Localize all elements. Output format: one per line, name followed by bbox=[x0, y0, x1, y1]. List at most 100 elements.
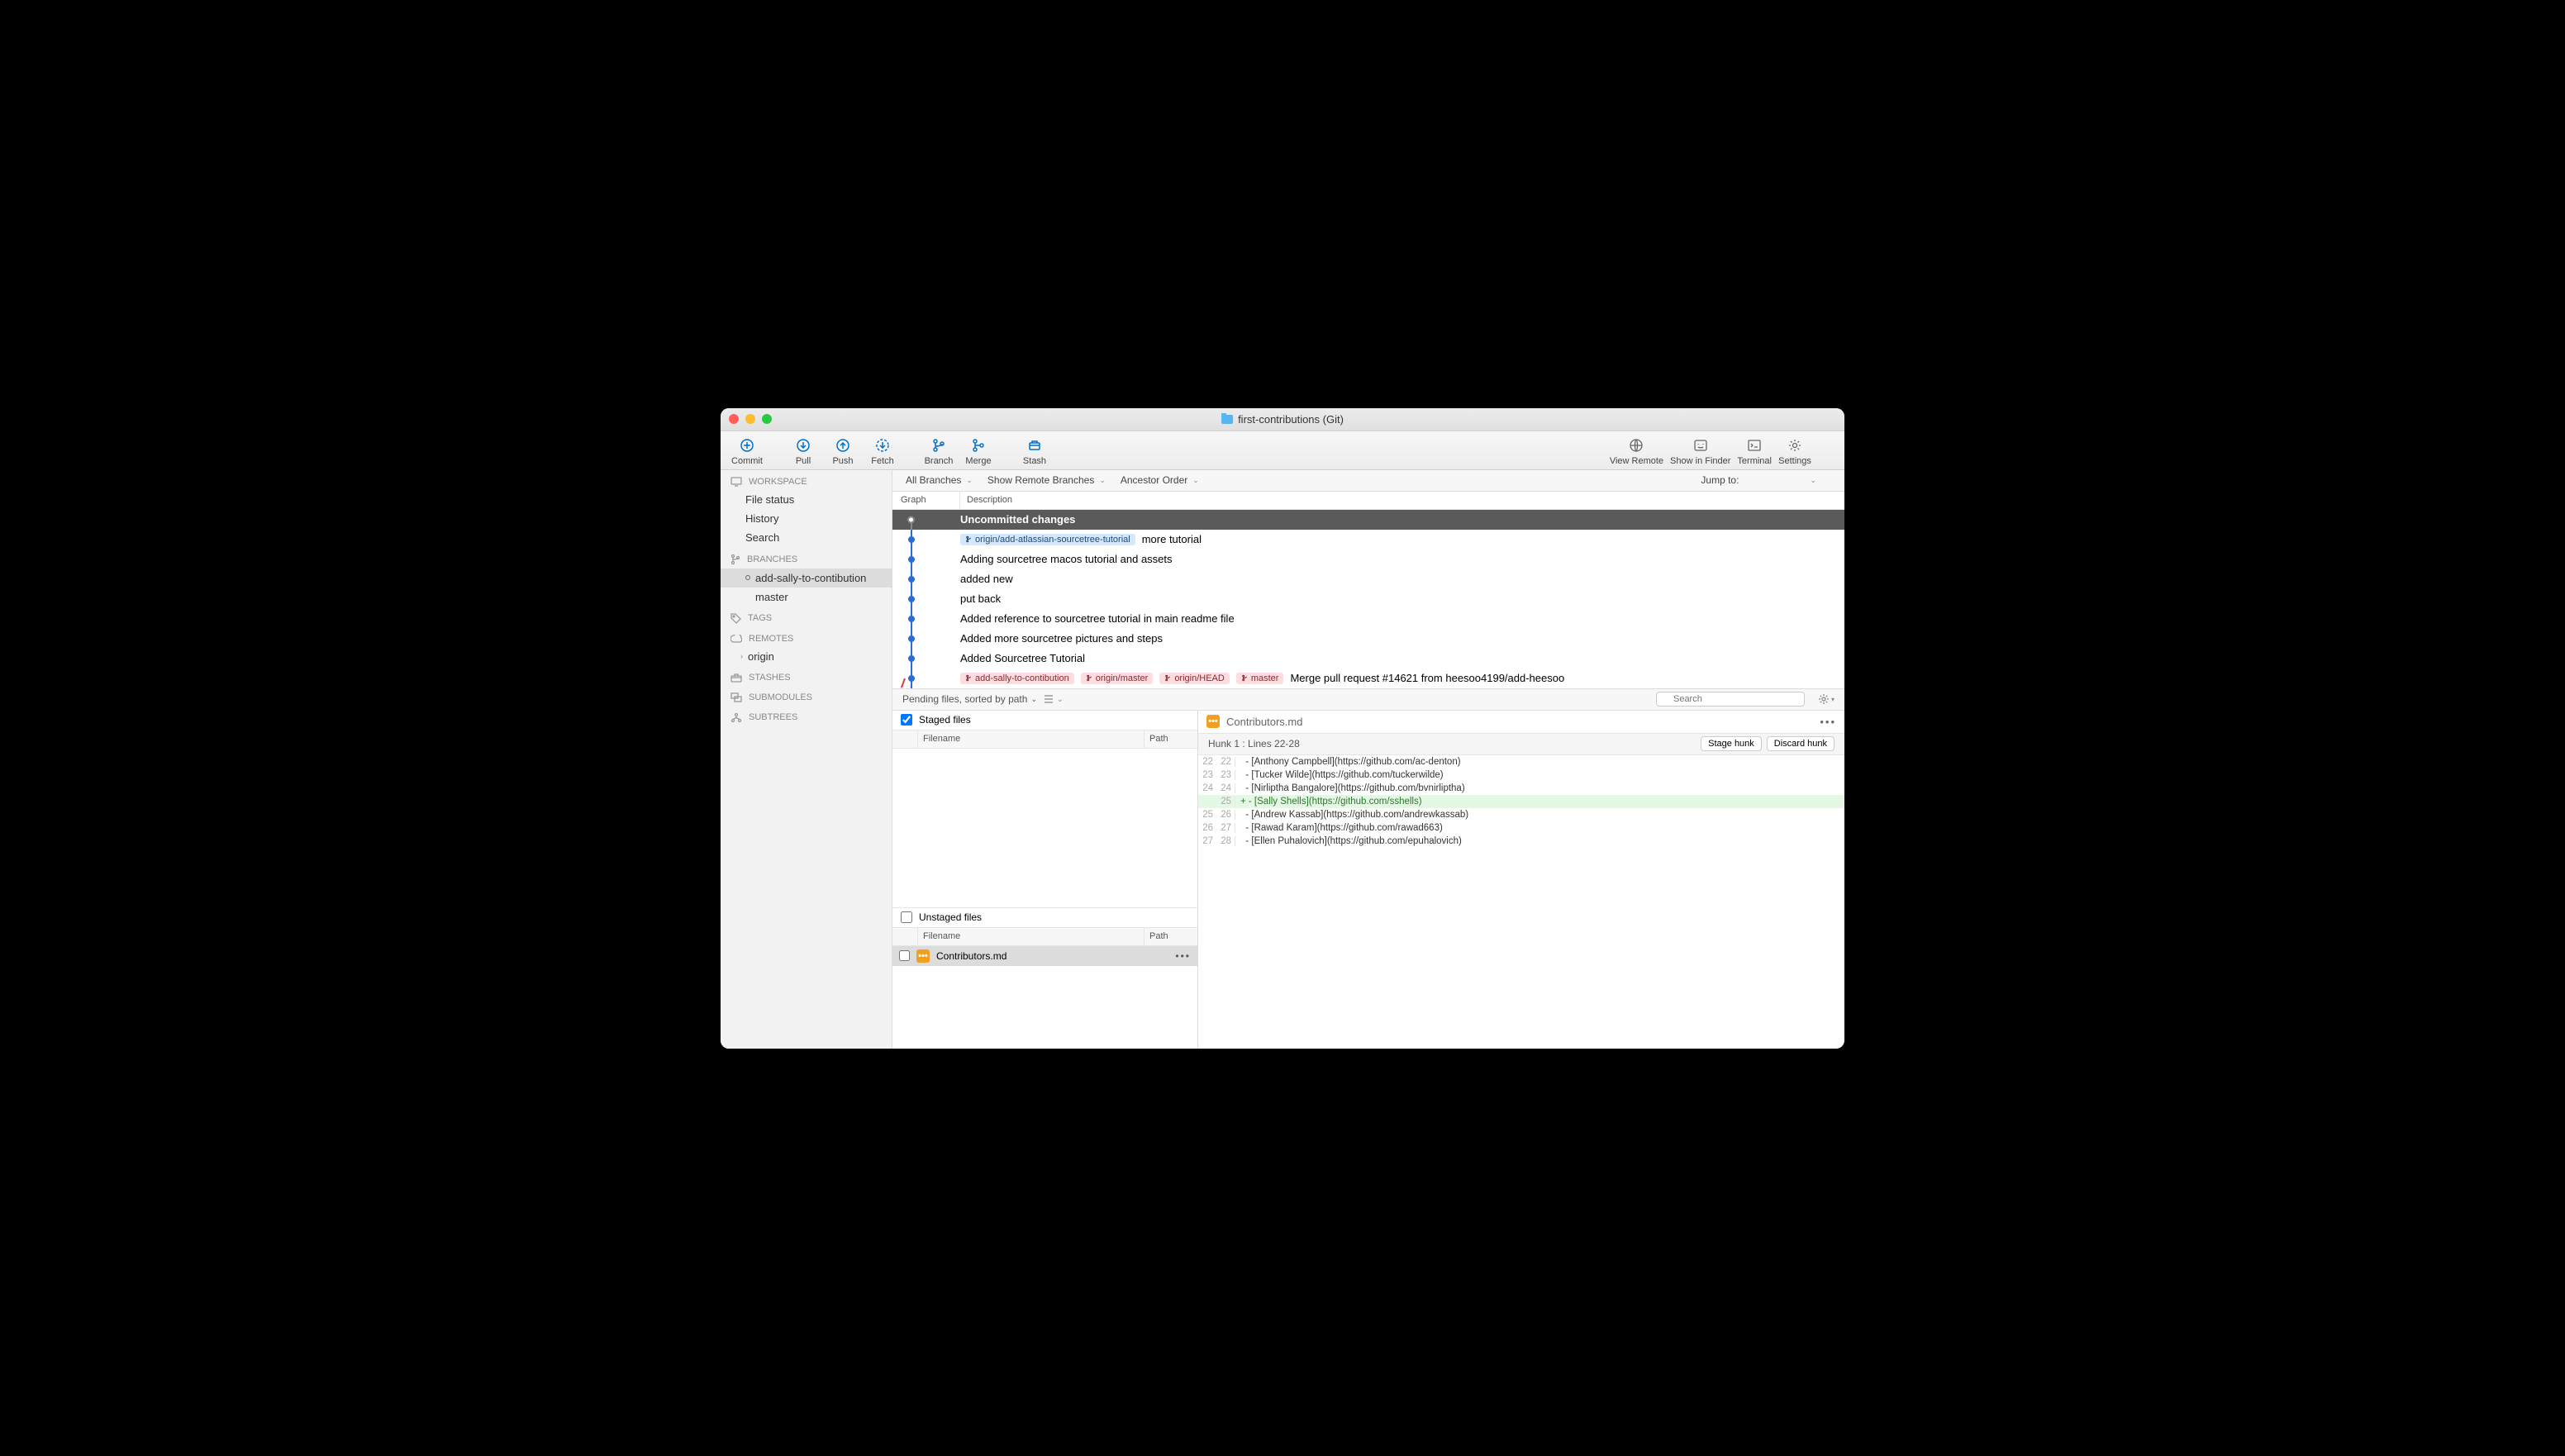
staged-all-checkbox[interactable] bbox=[901, 714, 912, 726]
sidebar-section-stashes[interactable]: STASHES bbox=[721, 666, 892, 686]
diff-line[interactable]: 2627 - [Rawad Karam](https://github.com/… bbox=[1198, 821, 1844, 835]
view-mode-dropdown[interactable]: ⌄ bbox=[1044, 695, 1064, 704]
file-row[interactable]: ••• Contributors.md ••• bbox=[892, 946, 1197, 966]
branches-filter-dropdown[interactable]: All Branches⌄ bbox=[906, 474, 973, 486]
diff-file-header: ••• Contributors.md ••• bbox=[1198, 711, 1844, 734]
commit-message: Merge pull request #14621 from heesoo419… bbox=[1290, 672, 1564, 684]
graph-dot-icon bbox=[908, 556, 915, 563]
commit-row[interactable]: origin/add-atlassian-sourcetree-tutorial… bbox=[892, 530, 1844, 550]
branch-button[interactable]: Branch bbox=[922, 436, 955, 466]
titlebar: first-contributions (Git) bbox=[721, 408, 1844, 431]
discard-hunk-button[interactable]: Discard hunk bbox=[1767, 736, 1835, 751]
terminal-icon bbox=[1745, 436, 1763, 454]
pull-button[interactable]: Pull bbox=[787, 436, 820, 466]
branch-tag: origin/add-atlassian-sourcetree-tutorial bbox=[960, 534, 1135, 545]
globe-icon bbox=[1627, 436, 1645, 454]
app-window: first-contributions (Git) Commit PullPush… bbox=[721, 408, 1844, 1049]
commit-history-list: Uncommitted changes origin/add-atlassian-… bbox=[892, 510, 1844, 689]
options-gear-dropdown[interactable]: ▾ bbox=[1818, 693, 1835, 705]
sidebar-section-branches[interactable]: BRANCHES bbox=[721, 547, 892, 569]
close-window-icon[interactable] bbox=[729, 414, 739, 424]
commit-row[interactable]: Added Sourcetree Tutorial bbox=[892, 649, 1844, 669]
fetch-icon bbox=[873, 436, 892, 454]
diff-line[interactable]: 2323 - [Tucker Wilde](https://github.com… bbox=[1198, 768, 1844, 782]
commit-message: Added reference to sourcetree tutorial i… bbox=[960, 612, 1235, 625]
graph-dot-icon bbox=[908, 576, 915, 583]
sidebar: WORKSPACE File statusHistorySearch BRANC… bbox=[721, 470, 892, 1049]
diff-line[interactable]: 2222 - [Anthony Campbell](https://github… bbox=[1198, 755, 1844, 768]
stage-hunk-button[interactable]: Stage hunk bbox=[1701, 736, 1762, 751]
commit-row[interactable]: put back bbox=[892, 589, 1844, 609]
branch-tag: origin/master bbox=[1081, 673, 1154, 684]
sidebar-section-submodules[interactable]: SUBMODULES bbox=[721, 686, 892, 706]
graph-dot-icon bbox=[907, 516, 915, 523]
stash-button[interactable]: Stash bbox=[1018, 436, 1051, 466]
fetch-button[interactable]: Fetch bbox=[866, 436, 899, 466]
diff-more-icon[interactable]: ••• bbox=[1820, 716, 1836, 728]
commit-row[interactable]: add-sally-to-contibutionorigin/masterori… bbox=[892, 669, 1844, 688]
show-in-finder-button[interactable]: Show in Finder bbox=[1670, 436, 1730, 466]
file-status-icon: ••• bbox=[1206, 715, 1220, 728]
sidebar-item-file-status[interactable]: File status bbox=[721, 490, 892, 509]
file-checkbox[interactable] bbox=[899, 950, 910, 961]
sidebar-item-history[interactable]: History bbox=[721, 509, 892, 528]
toolbar: Commit PullPushFetch BranchMerge Stash View… bbox=[721, 431, 1844, 470]
commit-message: Added Sourcetree Tutorial bbox=[960, 652, 1085, 664]
unstaged-all-checkbox[interactable] bbox=[901, 911, 912, 923]
pending-bar: Pending files, sorted by path⌄ ⌄ ▾ bbox=[892, 689, 1844, 711]
sidebar-section-remotes[interactable]: REMOTES bbox=[721, 627, 892, 647]
merge-button[interactable]: Merge bbox=[962, 436, 995, 466]
diff-line[interactable]: 2526 - [Andrew Kassab](https://github.co… bbox=[1198, 808, 1844, 821]
diff-line[interactable]: 25+ - [Sally Shells](https://github.com/… bbox=[1198, 795, 1844, 808]
commit-row[interactable]: Adding sourcetree macos tutorial and ass… bbox=[892, 550, 1844, 569]
staged-files-label: Staged files bbox=[919, 714, 971, 726]
settings-button[interactable]: Settings bbox=[1778, 436, 1811, 466]
commit-message: more tutorial bbox=[1142, 533, 1202, 545]
file-more-icon[interactable]: ••• bbox=[1175, 950, 1191, 962]
graph-column-header: Graph bbox=[892, 492, 960, 509]
window-title: first-contributions (Git) bbox=[1221, 413, 1344, 426]
path-header: Path bbox=[1144, 928, 1197, 945]
branch-icon bbox=[930, 436, 948, 454]
sidebar-item-master[interactable]: master bbox=[721, 588, 892, 607]
graph-dot-icon bbox=[908, 536, 915, 543]
diff-line[interactable]: 2728 - [Ellen Puhalovich](https://github… bbox=[1198, 835, 1844, 848]
commit-button[interactable]: Commit bbox=[730, 436, 764, 466]
diff-content: 2222 - [Anthony Campbell](https://github… bbox=[1198, 755, 1844, 848]
commit-message: Adding sourcetree macos tutorial and ass… bbox=[960, 553, 1173, 565]
commit-message: Uncommitted changes bbox=[960, 513, 1075, 526]
description-column-header: Description bbox=[960, 492, 1844, 509]
terminal-button[interactable]: Terminal bbox=[1737, 436, 1772, 466]
pending-sort-dropdown[interactable]: Pending files, sorted by path⌄ bbox=[902, 693, 1037, 705]
view-remote-button[interactable]: View Remote bbox=[1610, 436, 1663, 466]
diff-line[interactable]: 2424 - [Nirliptha Bangalore](https://git… bbox=[1198, 782, 1844, 795]
plus-icon bbox=[738, 436, 756, 454]
remote-branches-dropdown[interactable]: Show Remote Branches⌄ bbox=[987, 474, 1106, 486]
graph-dot-icon bbox=[908, 635, 915, 642]
staged-files-header: Staged files bbox=[892, 711, 1197, 730]
sidebar-section-subtrees[interactable]: SUBTREES bbox=[721, 706, 892, 726]
branch-tag: add-sally-to-contibution bbox=[960, 673, 1074, 684]
sidebar-item-origin[interactable]: › origin bbox=[721, 647, 892, 666]
commit-row[interactable]: Added more sourcetree pictures and steps bbox=[892, 629, 1844, 649]
down-icon bbox=[794, 436, 812, 454]
gear-icon bbox=[1786, 436, 1804, 454]
merge-icon bbox=[969, 436, 987, 454]
commit-row[interactable]: Added reference to sourcetree tutorial i… bbox=[892, 609, 1844, 629]
history-columns-header: Graph Description bbox=[892, 492, 1844, 510]
order-dropdown[interactable]: Ancestor Order⌄ bbox=[1121, 474, 1199, 486]
sidebar-item-add-sally-to-contibution[interactable]: add-sally-to-contibution bbox=[721, 569, 892, 588]
jump-to-dropdown[interactable]: Jump to:⌄ bbox=[1701, 474, 1816, 486]
sidebar-section-tags[interactable]: TAGS bbox=[721, 607, 892, 627]
commit-row[interactable]: added new bbox=[892, 569, 1844, 589]
minimize-window-icon[interactable] bbox=[745, 414, 755, 424]
search-input[interactable] bbox=[1656, 692, 1805, 707]
sidebar-item-search[interactable]: Search bbox=[721, 528, 892, 547]
filter-bar: All Branches⌄ Show Remote Branches⌄ Ance… bbox=[892, 470, 1844, 492]
folder-icon bbox=[1221, 415, 1233, 424]
maximize-window-icon[interactable] bbox=[762, 414, 772, 424]
push-button[interactable]: Push bbox=[826, 436, 859, 466]
commit-message: added new bbox=[960, 573, 1013, 585]
sidebar-section-workspace[interactable]: WORKSPACE bbox=[721, 470, 892, 490]
commit-row[interactable]: Uncommitted changes bbox=[892, 510, 1844, 530]
